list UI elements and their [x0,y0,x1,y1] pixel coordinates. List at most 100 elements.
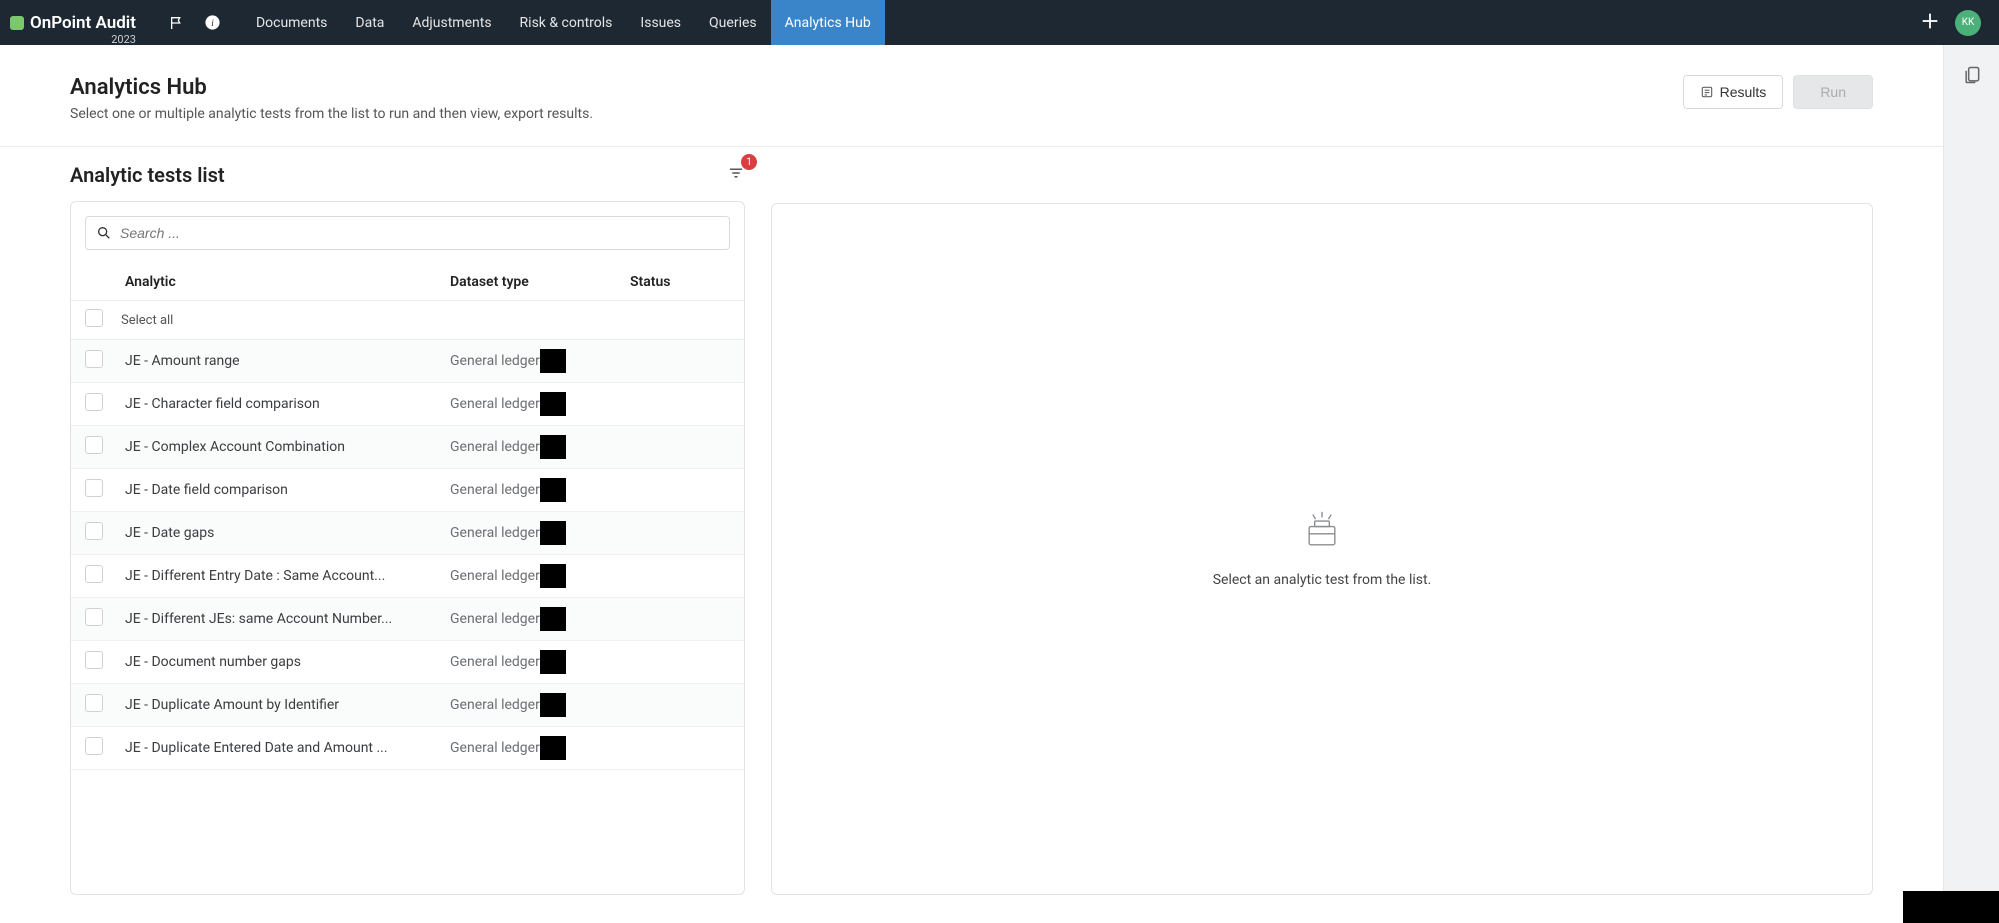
row-analytic: JE - Character field comparison [121,396,450,412]
redacted-icon [540,607,566,631]
row-checkbox[interactable] [85,479,103,497]
search-icon [96,225,112,241]
page-subtitle: Select one or multiple analytic tests fr… [70,106,593,122]
row-checkbox[interactable] [85,350,103,368]
redacted-icon [540,521,566,545]
row-checkbox[interactable] [85,436,103,454]
top-nav-right: KK [1919,10,1989,36]
nav-analytics-hub[interactable]: Analytics Hub [771,0,885,45]
empty-state-text: Select an analytic test from the list. [1213,572,1432,588]
filter-button[interactable]: 1 [727,164,745,186]
filter-badge: 1 [741,154,757,170]
brand-year: 2023 [111,33,136,46]
table-row[interactable]: JE - Document number gapsGeneral ledger [71,641,744,684]
row-dataset-type: General ledger [450,349,630,373]
row-analytic: JE - Document number gaps [121,654,450,670]
brand-name: OnPoint Audit [30,13,136,33]
add-icon[interactable] [1919,10,1941,36]
select-all-row: Select all [71,301,744,340]
nav-links: Documents Data Adjustments Risk & contro… [242,0,885,45]
col-dataset-type-header: Dataset type [450,274,630,290]
nav-documents[interactable]: Documents [242,0,341,45]
table-row[interactable]: JE - Different JEs: same Account Number.… [71,598,744,641]
row-dataset-type: General ledger [450,478,630,502]
content: Analytics Hub Select one or multiple ana… [0,45,1943,923]
row-analytic: JE - Date field comparison [121,482,450,498]
row-analytic: JE - Date gaps [121,525,450,541]
row-analytic: JE - Complex Account Combination [121,439,450,455]
col-status-header: Status [630,274,730,290]
table-row[interactable]: JE - Date gapsGeneral ledger [71,512,744,555]
flag-icon[interactable] [162,0,192,45]
redacted-icon [540,349,566,373]
bottom-right-overlay [1903,891,1999,923]
empty-state-icon [1213,510,1432,558]
main: Analytics Hub Select one or multiple ana… [0,45,1999,923]
avatar[interactable]: KK [1955,10,1981,36]
list-section: Analytic tests list 1 Ana [0,147,1943,895]
info-icon[interactable]: i [198,0,228,45]
row-checkbox[interactable] [85,694,103,712]
list-title: Analytic tests list [70,163,225,187]
table-row[interactable]: JE - Complex Account CombinationGeneral … [71,426,744,469]
row-dataset-type: General ledger [450,736,630,760]
nav-issues[interactable]: Issues [626,0,695,45]
row-checkbox[interactable] [85,608,103,626]
table-row[interactable]: JE - Duplicate Entered Date and Amount .… [71,727,744,770]
table-row[interactable]: JE - Date field comparisonGeneral ledger [71,469,744,512]
empty-state: Select an analytic test from the list. [1213,510,1432,588]
brand: OnPoint Audit 2023 [10,13,136,33]
row-checkbox[interactable] [85,522,103,540]
table-row[interactable]: JE - Duplicate Amount by IdentifierGener… [71,684,744,727]
page-header: Analytics Hub Select one or multiple ana… [0,75,1943,146]
nav-data[interactable]: Data [341,0,398,45]
row-checkbox[interactable] [85,393,103,411]
row-analytic: JE - Amount range [121,353,450,369]
columns: Analytic Dataset type Status Select all … [70,201,745,895]
search-bar [85,216,730,250]
top-nav: OnPoint Audit 2023 i Documents Data Adju… [0,0,1999,45]
redacted-icon [540,736,566,760]
results-button[interactable]: Results [1683,75,1784,109]
row-analytic: JE - Duplicate Amount by Identifier [121,697,450,713]
svg-text:i: i [212,18,215,29]
row-analytic: JE - Duplicate Entered Date and Amount .… [121,740,450,756]
row-dataset-type: General ledger [450,607,630,631]
table-row[interactable]: JE - Amount rangeGeneral ledger [71,340,744,383]
redacted-icon [540,693,566,717]
table-body[interactable]: JE - Amount rangeGeneral ledgerJE - Char… [71,340,744,894]
page-title: Analytics Hub [70,75,593,100]
select-all-checkbox[interactable] [85,309,103,327]
run-button: Run [1793,75,1873,109]
search-input[interactable] [120,225,719,241]
row-dataset-type: General ledger [450,693,630,717]
redacted-icon [540,650,566,674]
row-checkbox[interactable] [85,651,103,669]
row-analytic: JE - Different JEs: same Account Number.… [121,611,450,627]
redacted-icon [540,478,566,502]
copy-icon[interactable] [1962,65,1982,89]
nav-queries[interactable]: Queries [695,0,771,45]
row-dataset-type: General ledger [450,435,630,459]
detail-panel: Select an analytic test from the list. [771,203,1873,895]
page-header-text: Analytics Hub Select one or multiple ana… [70,75,593,122]
col-analytic-header: Analytic [121,274,450,290]
run-button-label: Run [1820,84,1846,100]
nav-adjustments[interactable]: Adjustments [398,0,505,45]
tests-panel: Analytic Dataset type Status Select all … [70,201,745,895]
results-button-label: Results [1720,84,1767,100]
results-icon [1700,85,1714,99]
redacted-icon [540,435,566,459]
table-row[interactable]: JE - Different Entry Date : Same Account… [71,555,744,598]
row-checkbox[interactable] [85,737,103,755]
left-column: Analytic tests list 1 Ana [70,163,745,895]
table-header: Analytic Dataset type Status [71,264,744,301]
nav-risk-controls[interactable]: Risk & controls [506,0,627,45]
row-checkbox[interactable] [85,565,103,583]
redacted-icon [540,564,566,588]
table-row[interactable]: JE - Character field comparisonGeneral l… [71,383,744,426]
row-dataset-type: General ledger [450,392,630,416]
row-dataset-type: General ledger [450,650,630,674]
select-all-label: Select all [121,313,173,328]
row-dataset-type: General ledger [450,521,630,545]
